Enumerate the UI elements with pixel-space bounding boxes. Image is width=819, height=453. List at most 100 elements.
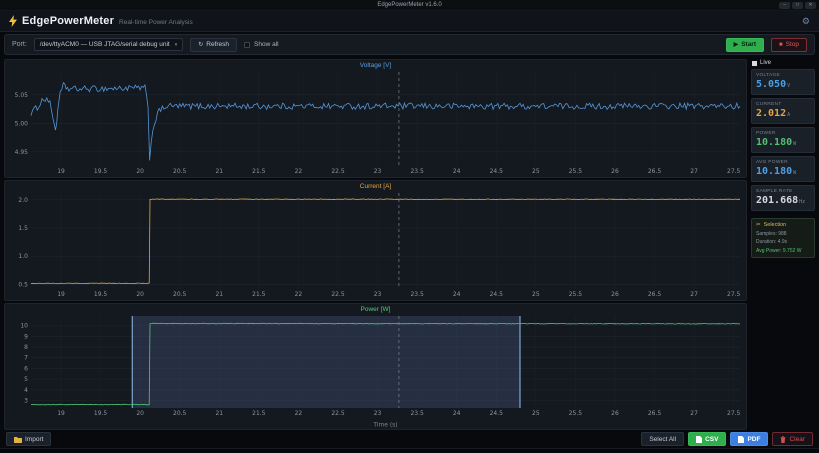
svg-text:27.5: 27.5 [727, 291, 740, 298]
show-all-label: Show all [254, 41, 279, 48]
metric-card-power: POWER 10.180W [751, 127, 815, 153]
import-button[interactable]: Import [6, 432, 52, 446]
svg-text:21: 21 [215, 410, 223, 417]
refresh-button[interactable]: ↻ Refresh [190, 37, 238, 52]
settings-gear-icon[interactable]: ⚙ [802, 16, 810, 26]
svg-text:24.5: 24.5 [490, 168, 503, 175]
svg-text:20.5: 20.5 [173, 168, 186, 175]
svg-text:26: 26 [611, 291, 619, 298]
app-title: EdgePowerMeter [22, 15, 115, 27]
bottom-toolbar: Import Select All CSV PDF Clear [0, 430, 819, 448]
svg-text:20.5: 20.5 [173, 410, 186, 417]
svg-text:2.0: 2.0 [18, 197, 28, 204]
selection-panel: ✂ Selection Samples: 988 Duration: 4.9s Av… [751, 218, 815, 258]
metric-label: POWER [756, 131, 776, 136]
svg-text:25.5: 25.5 [569, 168, 582, 175]
svg-text:27.5: 27.5 [727, 410, 740, 417]
live-indicator: Live [751, 60, 815, 66]
svg-text:22: 22 [295, 410, 303, 417]
minimize-button[interactable]: – [779, 2, 790, 9]
metric-label: SAMPLE RATE [756, 189, 793, 194]
series-line [30, 198, 741, 285]
metric-value: 2.012A [756, 108, 791, 119]
svg-text:25: 25 [532, 168, 540, 175]
svg-text:21.5: 21.5 [252, 291, 265, 298]
svg-text:19: 19 [57, 410, 65, 417]
metric-value: 201.668Hz [756, 195, 806, 206]
file-csv-icon [696, 435, 703, 443]
svg-text:5: 5 [24, 376, 28, 383]
stop-button[interactable]: ■ Stop [771, 37, 807, 52]
refresh-icon: ↻ [198, 41, 204, 48]
show-all-toggle[interactable]: Show all [244, 41, 279, 48]
svg-text:10: 10 [20, 323, 28, 330]
toolbar: Port: /dev/ttyACM0 — USB JTAG/serial deb… [4, 34, 815, 55]
port-select[interactable]: /dev/ttyACM0 — USB JTAG/serial debug uni… [33, 38, 184, 51]
svg-text:1.5: 1.5 [18, 225, 28, 232]
close-button[interactable]: ✕ [805, 2, 816, 9]
svg-text:0.5: 0.5 [18, 281, 28, 288]
svg-text:4.95: 4.95 [15, 149, 28, 156]
x-axis-label: Time (s) [372, 421, 397, 428]
svg-text:27: 27 [690, 291, 698, 298]
port-label: Port: [12, 41, 27, 48]
port-select-value: /dev/ttyACM0 — USB JTAG/serial debug uni… [39, 41, 170, 48]
main-area: Voltage [V] 4.95 5.00 5.05 19 19.5 20 20.5 21 21.… [0, 57, 819, 430]
svg-text:22.5: 22.5 [331, 168, 344, 175]
metric-cards: VOLTAGE 5.050V CURRENT 2.012A POWER 10.180W AV… [751, 69, 815, 214]
metric-card-avg-power: AVG POWER 10.180W [751, 156, 815, 182]
svg-text:24.5: 24.5 [490, 410, 503, 417]
export-pdf-button[interactable]: PDF [730, 432, 769, 446]
titlebar: EdgePowerMeter v1.6.0 – □ ✕ [0, 0, 819, 11]
svg-text:19: 19 [57, 168, 65, 175]
svg-text:21: 21 [215, 291, 223, 298]
live-label: Live [760, 60, 772, 66]
charts-column: Voltage [V] 4.95 5.00 5.05 19 19.5 20 20.5 21 21.… [4, 59, 747, 430]
svg-text:24: 24 [453, 168, 461, 175]
svg-text:21.5: 21.5 [252, 168, 265, 175]
lightning-icon [9, 15, 17, 27]
svg-text:22.5: 22.5 [331, 291, 344, 298]
svg-text:26.5: 26.5 [648, 168, 661, 175]
folder-icon [14, 436, 22, 443]
svg-text:7: 7 [24, 355, 28, 362]
maximize-button[interactable]: □ [792, 2, 803, 9]
select-all-button[interactable]: Select All [641, 432, 685, 446]
selection-stat: Duration: 4.9s [756, 239, 788, 245]
selection-region[interactable] [131, 316, 521, 408]
svg-text:26.5: 26.5 [648, 410, 661, 417]
power-chart[interactable]: 3 4 5 6 7 8 9 10 19 19.5 20 20.5 21 21.5 22 22.5 23 23.5 2… [5, 304, 746, 429]
metric-card-voltage: VOLTAGE 5.050V [751, 69, 815, 95]
current-chart[interactable]: 0.5 1.0 1.5 2.0 19 19.5 20 20.5 21 21.5 22 22.5 23 23… [5, 181, 746, 300]
svg-text:23: 23 [374, 291, 382, 298]
voltage-chart-panel: Voltage [V] 4.95 5.00 5.05 19 19.5 20 20.5 21 21.… [4, 59, 747, 178]
chevron-down-icon: ▾ [174, 41, 178, 48]
series-line [30, 81, 741, 161]
metric-value: 5.050V [756, 79, 791, 90]
metric-label: AVG POWER [756, 160, 788, 165]
svg-text:9: 9 [24, 333, 28, 340]
svg-text:24: 24 [453, 410, 461, 417]
metric-label: CURRENT [756, 102, 782, 107]
svg-text:19.5: 19.5 [94, 291, 107, 298]
svg-text:22.5: 22.5 [331, 410, 344, 417]
start-button[interactable]: ▶ Start [725, 37, 764, 52]
svg-text:5.00: 5.00 [15, 120, 28, 127]
svg-text:23.5: 23.5 [410, 410, 423, 417]
window-title: EdgePowerMeter v1.6.0 [377, 2, 442, 8]
svg-text:22: 22 [295, 168, 303, 175]
svg-text:27: 27 [690, 410, 698, 417]
svg-text:26: 26 [611, 410, 619, 417]
selection-stat: Avg Power: 9.752 W [756, 247, 802, 254]
svg-text:20: 20 [136, 291, 144, 298]
svg-text:24: 24 [453, 291, 461, 298]
svg-text:4: 4 [24, 387, 28, 394]
voltage-chart[interactable]: 4.95 5.00 5.05 19 19.5 20 20.5 21 21.5 22 22.5 23 23… [5, 60, 746, 177]
export-csv-button[interactable]: CSV [688, 432, 727, 446]
svg-text:25: 25 [532, 291, 540, 298]
svg-text:23.5: 23.5 [410, 168, 423, 175]
clear-button[interactable]: Clear [772, 432, 813, 446]
trash-icon [780, 435, 786, 443]
show-all-checkbox[interactable] [244, 41, 251, 48]
svg-text:23.5: 23.5 [410, 291, 423, 298]
